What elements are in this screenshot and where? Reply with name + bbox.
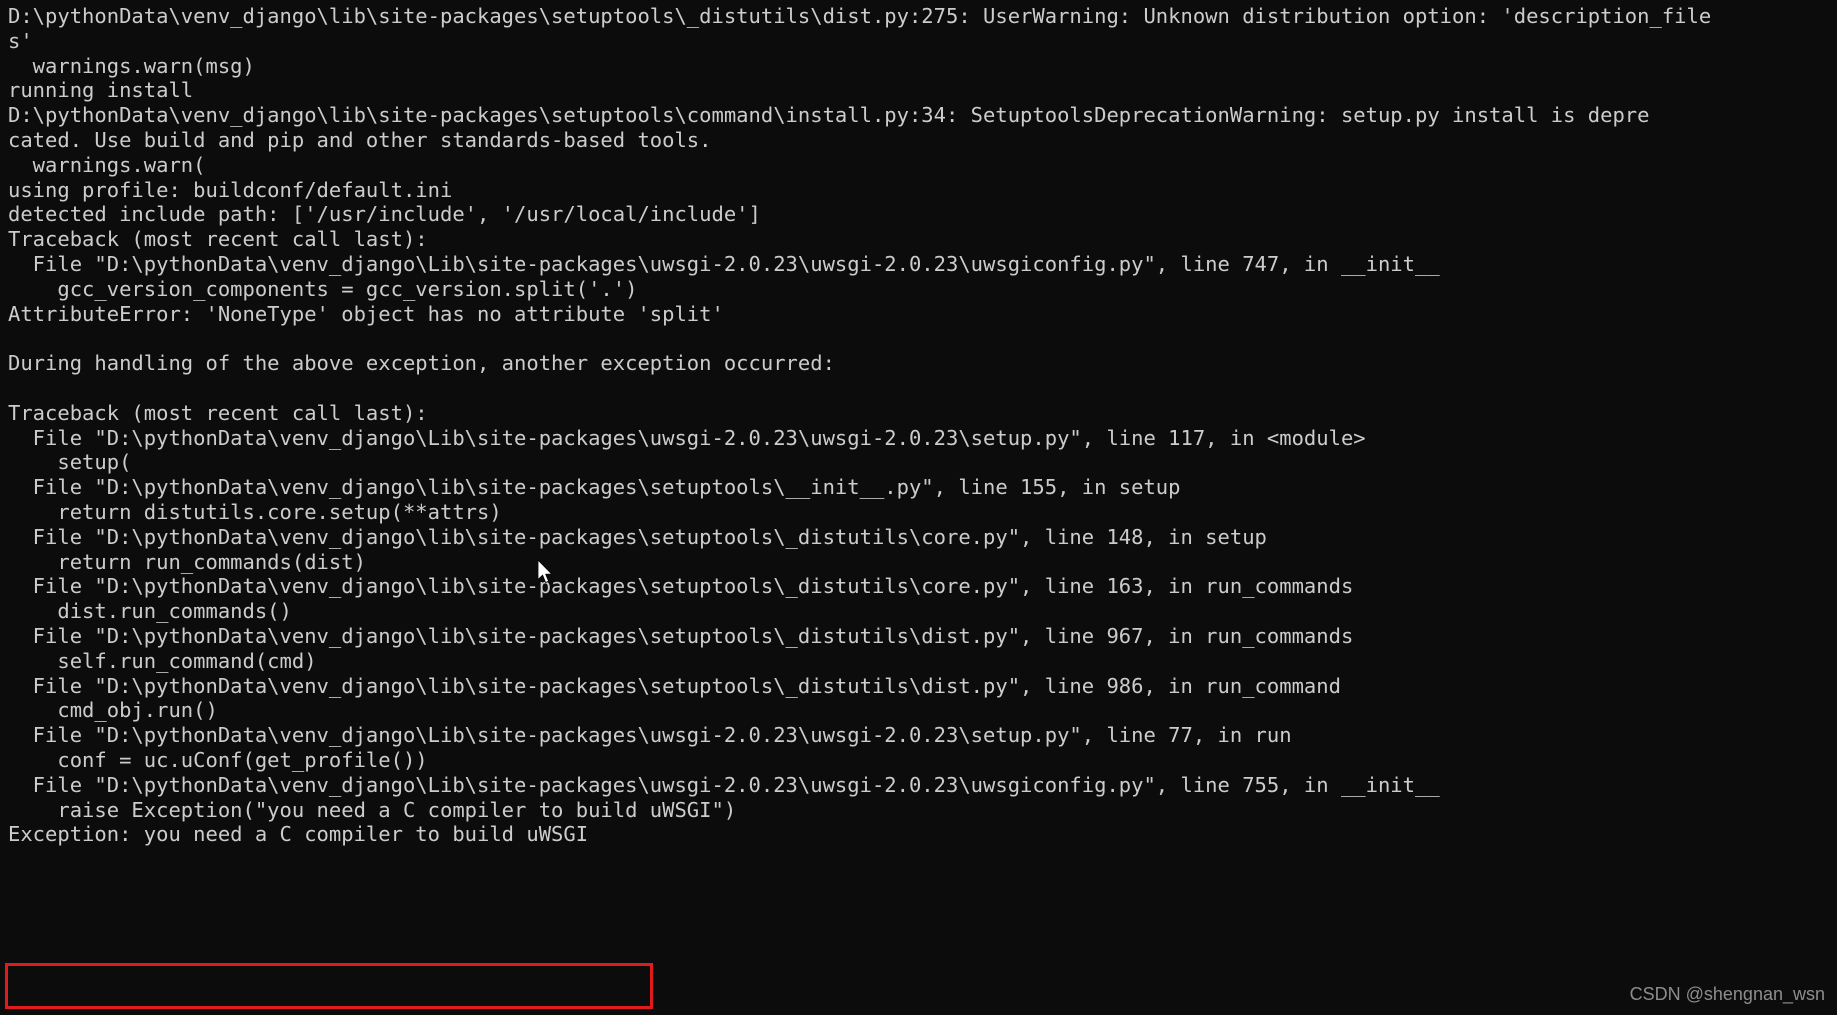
console-line: cated. Use build and pip and other stand…	[8, 127, 712, 152]
console-line: File "D:\pythonData\venv_django\lib\site…	[8, 475, 1181, 500]
console-line: return distutils.core.setup(**attrs)	[8, 499, 502, 524]
console-line: using profile: buildconf/default.ini	[8, 177, 453, 202]
console-line: D:\pythonData\venv_django\lib\site-packa…	[8, 103, 1650, 128]
console-line: Traceback (most recent call last):	[8, 227, 428, 252]
console-line: raise Exception("you need a C compiler t…	[8, 797, 737, 822]
error-highlight-box	[5, 963, 653, 1009]
console-line: D:\pythonData\venv_django\lib\site-packa…	[8, 4, 1712, 28]
watermark-text: CSDN @shengnan_wsn	[1629, 984, 1825, 1004]
console-line: File "D:\pythonData\venv_django\lib\site…	[8, 524, 1267, 549]
console-line: detected include path: ['/usr/include', …	[8, 202, 761, 227]
console-line: File "D:\pythonData\venv_django\Lib\site…	[8, 772, 1440, 797]
console-line: Exception: you need a C compiler to buil…	[8, 822, 589, 847]
console-line: File "D:\pythonData\venv_django\lib\site…	[8, 623, 1354, 648]
console-line: s'	[8, 28, 33, 53]
console-line: setup(	[8, 450, 132, 475]
console-line: warnings.warn(msg)	[8, 53, 255, 78]
console-line: File "D:\pythonData\venv_django\Lib\site…	[8, 425, 1366, 450]
console-line: File "D:\pythonData\venv_django\lib\site…	[8, 574, 1354, 599]
console-line: self.run_command(cmd)	[8, 648, 317, 673]
console-line: During handling of the above exception, …	[8, 351, 835, 376]
console-line: warnings.warn(	[8, 152, 206, 177]
console-line: return run_commands(dist)	[8, 549, 366, 574]
console-line: conf = uc.uConf(get_profile())	[8, 747, 428, 772]
console-line: dist.run_commands()	[8, 599, 292, 624]
console-line: Traceback (most recent call last):	[8, 400, 428, 425]
console-line: cmd_obj.run()	[8, 698, 218, 723]
console-line: File "D:\pythonData\venv_django\Lib\site…	[8, 723, 1292, 748]
mouse-cursor-icon	[537, 559, 554, 586]
console-line: gcc_version_components = gcc_version.spl…	[8, 276, 638, 301]
console-line: File "D:\pythonData\venv_django\Lib\site…	[8, 251, 1440, 276]
console-output: D:\pythonData\venv_django\lib\site-packa…	[0, 0, 1837, 847]
console-line: AttributeError: 'NoneType' object has no…	[8, 301, 724, 326]
console-line: running install	[8, 78, 194, 103]
console-line: File "D:\pythonData\venv_django\lib\site…	[8, 673, 1341, 698]
terminal-window[interactable]: D:\pythonData\venv_django\lib\site-packa…	[0, 0, 1837, 1015]
